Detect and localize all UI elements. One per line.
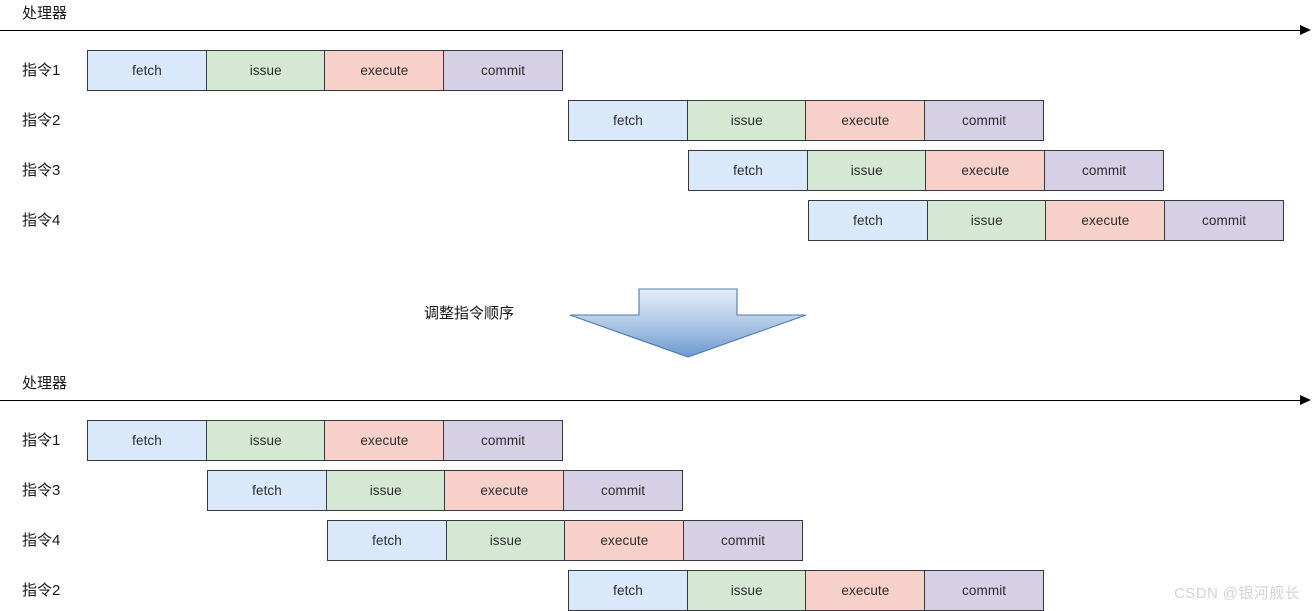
stage-fetch[interactable]: fetch [327, 520, 447, 561]
pipeline-bar: fetch issue execute commit [87, 420, 564, 461]
reorder-transition: 调整指令顺序 [0, 275, 1316, 365]
stage-issue[interactable]: issue [205, 420, 326, 461]
stage-execute[interactable]: execute [444, 470, 565, 511]
stage-commit[interactable]: commit [683, 520, 804, 561]
stage-commit[interactable]: commit [924, 570, 1045, 611]
pipeline-bar: fetch issue execute commit [568, 570, 1045, 611]
instruction-row-label: 指令2 [22, 112, 61, 129]
stage-execute[interactable]: execute [805, 100, 926, 141]
stage-fetch[interactable]: fetch [688, 150, 808, 191]
timeline-arrowhead-icon-top [1300, 25, 1311, 35]
stage-fetch[interactable]: fetch [87, 420, 207, 461]
instruction-row: 指令2 fetch issue execute commit [0, 570, 1316, 611]
instruction-row-label: 指令2 [22, 582, 61, 599]
stage-fetch[interactable]: fetch [568, 570, 688, 611]
down-arrow-icon [568, 287, 808, 364]
stage-issue[interactable]: issue [205, 50, 326, 91]
stage-fetch[interactable]: fetch [87, 50, 207, 91]
processor-section-before: 处理器 指令1 fetch issue execute commit 指令2 f… [0, 0, 1316, 300]
stage-commit[interactable]: commit [1164, 200, 1285, 241]
stage-issue[interactable]: issue [325, 470, 446, 511]
pipeline-bar: fetch issue execute commit [808, 200, 1285, 241]
axis-label-processor-top: 处理器 [22, 5, 68, 22]
stage-commit[interactable]: commit [443, 50, 564, 91]
stage-execute[interactable]: execute [805, 570, 926, 611]
stage-commit[interactable]: commit [443, 420, 564, 461]
stage-fetch[interactable]: fetch [808, 200, 928, 241]
timeline-arrowhead-icon-bottom [1300, 395, 1311, 405]
instruction-row-label: 指令4 [22, 212, 61, 229]
reorder-label: 调整指令顺序 [424, 305, 515, 322]
processor-section-after: 处理器 指令1 fetch issue execute commit 指令3 f… [0, 370, 1316, 611]
timeline-axis-top [0, 30, 1302, 31]
stage-execute[interactable]: execute [564, 520, 685, 561]
stage-commit[interactable]: commit [924, 100, 1045, 141]
pipeline-bar: fetch issue execute commit [87, 50, 564, 91]
instruction-row: 指令3 fetch issue execute commit [0, 470, 1316, 511]
instruction-row: 指令4 fetch issue execute commit [0, 520, 1316, 561]
instruction-row: 指令1 fetch issue execute commit [0, 420, 1316, 461]
stage-commit[interactable]: commit [563, 470, 684, 511]
instruction-row: 指令3 fetch issue execute commit [0, 150, 1316, 191]
axis-label-processor-bottom: 处理器 [22, 375, 68, 392]
stage-issue[interactable]: issue [926, 200, 1047, 241]
instruction-row-label: 指令1 [22, 62, 61, 79]
stage-execute[interactable]: execute [1045, 200, 1166, 241]
pipeline-bar: fetch issue execute commit [327, 520, 804, 561]
instruction-row: 指令2 fetch issue execute commit [0, 100, 1316, 141]
instruction-row-label: 指令1 [22, 432, 61, 449]
instruction-row: 指令4 fetch issue execute commit [0, 200, 1316, 241]
stage-issue[interactable]: issue [806, 150, 927, 191]
pipeline-bar: fetch issue execute commit [207, 470, 684, 511]
stage-commit[interactable]: commit [1044, 150, 1165, 191]
instruction-row-label: 指令3 [22, 162, 61, 179]
pipeline-bar: fetch issue execute commit [688, 150, 1165, 191]
csdn-watermark: CSDN @银河舰长 [1174, 585, 1300, 602]
instruction-row-label: 指令4 [22, 532, 61, 549]
stage-issue[interactable]: issue [686, 100, 807, 141]
stage-execute[interactable]: execute [324, 50, 445, 91]
timeline-axis-bottom [0, 400, 1302, 401]
stage-execute[interactable]: execute [925, 150, 1046, 191]
instruction-row: 指令1 fetch issue execute commit [0, 50, 1316, 91]
instruction-row-label: 指令3 [22, 482, 61, 499]
stage-fetch[interactable]: fetch [568, 100, 688, 141]
stage-fetch[interactable]: fetch [207, 470, 327, 511]
stage-issue[interactable]: issue [445, 520, 566, 561]
stage-execute[interactable]: execute [324, 420, 445, 461]
stage-issue[interactable]: issue [686, 570, 807, 611]
pipeline-bar: fetch issue execute commit [568, 100, 1045, 141]
